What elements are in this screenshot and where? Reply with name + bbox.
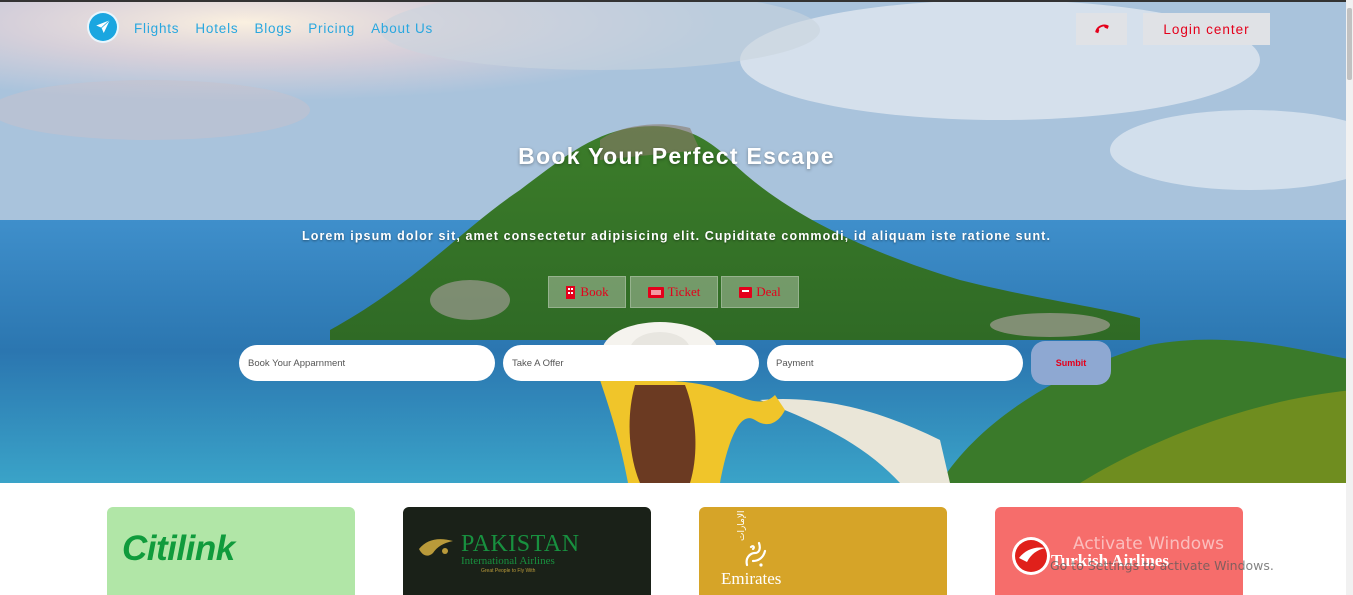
book-pill-label: Book [580,284,609,299]
nav-pricing[interactable]: Pricing [308,21,355,36]
airline-card-citilink[interactable]: Citilink [107,507,355,595]
nav-about-us[interactable]: About Us [371,21,433,36]
scrollbar-thumb[interactable] [1347,8,1352,80]
ticket-pill-button[interactable]: Ticket [630,276,718,308]
citilink-logo-text: Citilink [122,529,235,568]
pakistan-subtitle: International Airlines [461,555,555,567]
book-pill-button[interactable]: Book [548,276,626,308]
activate-windows-subtitle: Go to Settings to activate Windows. [1050,558,1274,573]
pakistan-tagline: Great People to Fly With [481,568,536,574]
take-offer-input[interactable] [503,345,759,381]
airplane-icon [89,13,117,41]
login-center-button[interactable]: Login center [1143,13,1270,45]
emirates-logo-text: Emirates [721,569,782,588]
main-nav: Flights Hotels Blogs Pricing About Us [134,21,433,36]
pakistan-name: PAKISTAN [461,531,580,557]
phone-icon [1094,24,1109,34]
top-border [0,0,1353,2]
phone-button[interactable] [1076,13,1127,45]
nav-blogs[interactable]: Blogs [254,21,292,36]
emirates-arabic-logo: طيران الإمارات [737,507,747,541]
turkish-airlines-logo-icon [1012,537,1050,575]
page-scrollbar[interactable] [1346,0,1353,595]
deal-pill-label: Deal [756,284,781,299]
nav-flights[interactable]: Flights [134,21,179,36]
emirates-calligraphy-icon [745,541,767,567]
nav-hotels[interactable]: Hotels [195,21,238,36]
book-appointment-input[interactable] [239,345,495,381]
payment-input[interactable] [767,345,1023,381]
site-logo[interactable] [87,11,119,43]
submit-button[interactable]: Sumbit [1031,341,1111,385]
building-icon [566,285,576,299]
ticket-icon [647,286,664,298]
deal-pill-button[interactable]: Deal [721,276,799,308]
hero-subtitle: Lorem ipsum dolor sit, amet consectetur … [301,229,1052,243]
hero-banner: Flights Hotels Blogs Pricing About Us Lo… [0,0,1353,483]
activate-windows-title: Activate Windows [1073,534,1224,554]
hero-title: Book Your Perfect Escape [518,143,835,169]
deal-icon [739,287,753,298]
page: Flights Hotels Blogs Pricing About Us Lo… [0,0,1353,595]
ticket-pill-label: Ticket [667,284,701,299]
airline-card-emirates[interactable]: طيران الإمارات Emirates [699,507,947,595]
pia-logo-icon [419,539,453,556]
airline-card-pakistan[interactable]: PAKISTAN International Airlines Great Pe… [403,507,651,595]
